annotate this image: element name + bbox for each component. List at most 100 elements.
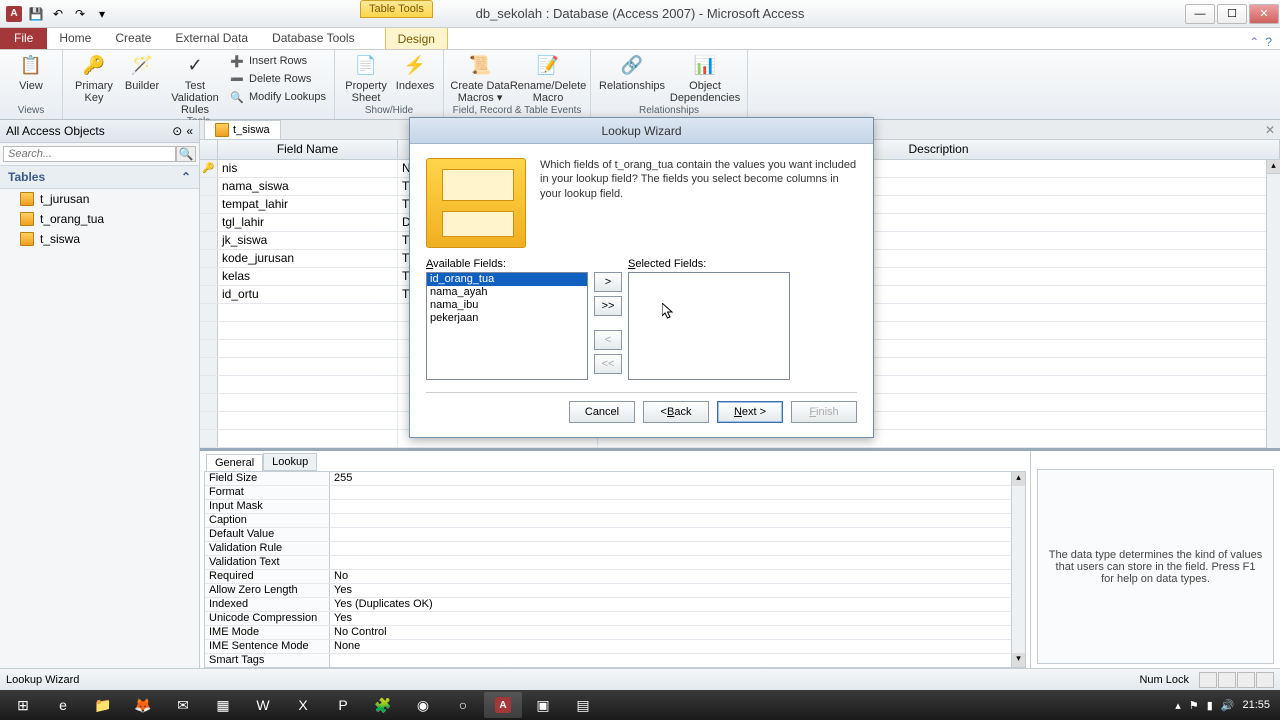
table-icon xyxy=(215,123,229,137)
nav-table-item[interactable]: t_siswa xyxy=(0,229,199,249)
rename-macro-icon: 📝 xyxy=(534,54,562,78)
view-button[interactable]: 📋View xyxy=(6,52,56,92)
property-row[interactable]: Field Size255 xyxy=(205,472,1025,486)
indexes-button[interactable]: ⚡Indexes xyxy=(393,52,437,92)
nav-group-tables[interactable]: Tables⌃ xyxy=(0,166,199,189)
chart-view-button[interactable] xyxy=(1256,672,1274,688)
primary-key-button[interactable]: 🔑Primary Key xyxy=(69,52,119,104)
ribbon: 📋View Views 🔑Primary Key 🪄Builder ✓Test … xyxy=(0,50,1280,120)
remove-all-fields-button[interactable]: << xyxy=(594,354,622,374)
database-tools-tab[interactable]: Database Tools xyxy=(260,27,367,49)
action-center-icon[interactable]: ⚑ xyxy=(1189,699,1199,712)
property-row[interactable]: Validation Text xyxy=(205,556,1025,570)
create-data-macros-button[interactable]: 📜Create Data Macros ▾ xyxy=(450,52,510,104)
lookup-tab[interactable]: Lookup xyxy=(263,453,317,471)
mail-icon[interactable]: ✉ xyxy=(164,692,202,718)
cancel-button[interactable]: Cancel xyxy=(569,401,635,423)
nav-table-item[interactable]: t_orang_tua xyxy=(0,209,199,229)
property-row[interactable]: IME Sentence ModeNone xyxy=(205,640,1025,654)
close-document-icon[interactable]: ✕ xyxy=(1264,123,1280,137)
search-icon[interactable]: 🔍 xyxy=(176,146,196,162)
property-scrollbar[interactable]: ▴▾ xyxy=(1011,472,1025,667)
start-button[interactable]: ⊞ xyxy=(4,692,42,718)
minimize-button[interactable]: — xyxy=(1185,4,1215,24)
nav-collapse-icon[interactable]: « xyxy=(186,124,193,138)
nav-header[interactable]: All Access Objects ⊙« xyxy=(0,120,199,143)
delete-rows-button[interactable]: ➖Delete Rows xyxy=(227,70,328,88)
nav-search-input[interactable] xyxy=(3,146,176,162)
property-sheet-button[interactable]: 📄Property Sheet xyxy=(341,52,391,104)
remove-field-button[interactable]: < xyxy=(594,330,622,350)
finish-button[interactable]: Finish xyxy=(791,401,857,423)
document-tab[interactable]: t_siswa xyxy=(204,120,281,139)
chrome-icon[interactable]: ◉ xyxy=(404,692,442,718)
powerpoint-icon[interactable]: P xyxy=(324,692,362,718)
modify-lookups-button[interactable]: 🔍Modify Lookups xyxy=(227,88,328,106)
access-app-icon[interactable]: A xyxy=(4,4,24,24)
firefox-icon[interactable]: 🦊 xyxy=(124,692,162,718)
vertical-scrollbar[interactable]: ▴ xyxy=(1266,160,1280,448)
volume-icon[interactable]: 🔊 xyxy=(1221,699,1235,712)
help-icon[interactable]: ? xyxy=(1265,35,1272,49)
minimize-ribbon-icon[interactable]: ⌃ xyxy=(1249,35,1259,49)
pivot-view-button[interactable] xyxy=(1237,672,1255,688)
word-icon[interactable]: W xyxy=(244,692,282,718)
design-view-button[interactable] xyxy=(1218,672,1236,688)
app3-icon[interactable]: ▣ xyxy=(524,692,562,718)
file-tab[interactable]: File xyxy=(0,27,47,49)
clock[interactable]: 21:55 xyxy=(1242,699,1270,711)
property-row[interactable]: Default Value xyxy=(205,528,1025,542)
general-tab[interactable]: General xyxy=(206,454,263,472)
create-tab[interactable]: Create xyxy=(103,27,163,49)
nav-dropdown-icon[interactable]: ⊙ xyxy=(172,124,182,138)
property-row[interactable]: IME ModeNo Control xyxy=(205,626,1025,640)
test-validation-button[interactable]: ✓Test Validation Rules xyxy=(165,52,225,116)
property-row[interactable]: Unicode CompressionYes xyxy=(205,612,1025,626)
access-taskbar-icon[interactable]: A xyxy=(484,692,522,718)
builder-button[interactable]: 🪄Builder xyxy=(121,52,163,92)
available-field-item[interactable]: nama_ibu xyxy=(427,299,587,312)
ie-icon[interactable]: e xyxy=(44,692,82,718)
undo-icon[interactable]: ↶ xyxy=(48,4,68,24)
property-row[interactable]: Input Mask xyxy=(205,500,1025,514)
next-button[interactable]: Next > xyxy=(717,401,783,423)
available-field-item[interactable]: pekerjaan xyxy=(427,312,587,325)
app4-icon[interactable]: ▤ xyxy=(564,692,602,718)
app-icon[interactable]: ▦ xyxy=(204,692,242,718)
object-dependencies-button[interactable]: 📊Object Dependencies xyxy=(669,52,741,104)
selected-fields-listbox[interactable] xyxy=(628,272,790,380)
back-button[interactable]: < Back xyxy=(643,401,709,423)
available-field-item[interactable]: nama_ayah xyxy=(427,286,587,299)
save-icon[interactable]: 💾 xyxy=(26,4,46,24)
external-data-tab[interactable]: External Data xyxy=(163,27,260,49)
relationships-button[interactable]: 🔗Relationships xyxy=(597,52,667,92)
app2-icon[interactable]: 🧩 xyxy=(364,692,402,718)
property-row[interactable]: Smart Tags xyxy=(205,654,1025,668)
cortana-icon[interactable]: ○ xyxy=(444,692,482,718)
property-row[interactable]: Validation Rule xyxy=(205,542,1025,556)
property-grid[interactable]: ▴▾ Field Size255FormatInput MaskCaptionD… xyxy=(204,471,1026,668)
available-fields-listbox[interactable]: id_orang_tuanama_ayahnama_ibupekerjaan xyxy=(426,272,588,380)
redo-icon[interactable]: ↷ xyxy=(70,4,90,24)
property-row[interactable]: Allow Zero LengthYes xyxy=(205,584,1025,598)
nav-table-item[interactable]: t_jurusan xyxy=(0,189,199,209)
add-field-button[interactable]: > xyxy=(594,272,622,292)
design-tab[interactable]: Design xyxy=(385,27,448,49)
insert-rows-button[interactable]: ➕Insert Rows xyxy=(227,52,328,70)
excel-icon[interactable]: X xyxy=(284,692,322,718)
battery-icon[interactable]: ▮ xyxy=(1207,699,1213,712)
explorer-icon[interactable]: 📁 xyxy=(84,692,122,718)
tray-arrow-icon[interactable]: ▴ xyxy=(1175,699,1181,712)
property-row[interactable]: IndexedYes (Duplicates OK) xyxy=(205,598,1025,612)
add-all-fields-button[interactable]: >> xyxy=(594,296,622,316)
property-row[interactable]: RequiredNo xyxy=(205,570,1025,584)
property-row[interactable]: Format xyxy=(205,486,1025,500)
available-field-item[interactable]: id_orang_tua xyxy=(427,273,587,286)
qat-customize-icon[interactable]: ▾ xyxy=(92,4,112,24)
home-tab[interactable]: Home xyxy=(47,27,103,49)
property-row[interactable]: Caption xyxy=(205,514,1025,528)
close-button[interactable]: ✕ xyxy=(1249,4,1279,24)
rename-delete-macro-button[interactable]: 📝Rename/Delete Macro xyxy=(512,52,584,104)
maximize-button[interactable]: ☐ xyxy=(1217,4,1247,24)
datasheet-view-button[interactable] xyxy=(1199,672,1217,688)
